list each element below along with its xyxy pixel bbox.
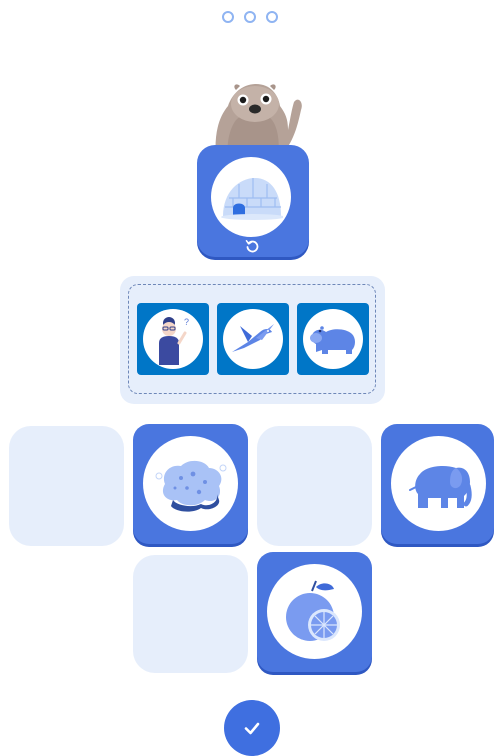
- hippo-icon: [310, 326, 355, 354]
- progress-dot-1: [222, 11, 234, 23]
- choice-tile-swallow[interactable]: [217, 303, 289, 375]
- progress-dot-2: [244, 11, 256, 23]
- empty-slot-3[interactable]: [133, 555, 248, 673]
- choice-tile-girl[interactable]: ?: [137, 303, 209, 375]
- submit-button[interactable]: [224, 700, 280, 756]
- empty-slot-2[interactable]: [257, 426, 372, 546]
- girl-thinking-icon: ?: [159, 317, 189, 365]
- sponge-icon: [155, 460, 226, 512]
- progress-dot-3: [266, 11, 278, 23]
- swallow-icon: [232, 324, 274, 352]
- elephant-icon: [408, 465, 472, 508]
- grid-tile-grapefruit[interactable]: [257, 552, 372, 672]
- replay-icon[interactable]: [245, 239, 259, 253]
- check-icon: [244, 722, 260, 735]
- target-word-card: [197, 145, 309, 257]
- grid-tile-elephant[interactable]: [381, 424, 494, 544]
- grapefruit-icon: [285, 580, 340, 641]
- svg-text:?: ?: [184, 317, 189, 327]
- empty-slot-1[interactable]: [9, 426, 124, 546]
- choice-tile-hippo[interactable]: [297, 303, 369, 375]
- target-image: [211, 157, 291, 237]
- igloo-icon: [221, 178, 283, 220]
- grid-tile-sponge[interactable]: [133, 424, 248, 544]
